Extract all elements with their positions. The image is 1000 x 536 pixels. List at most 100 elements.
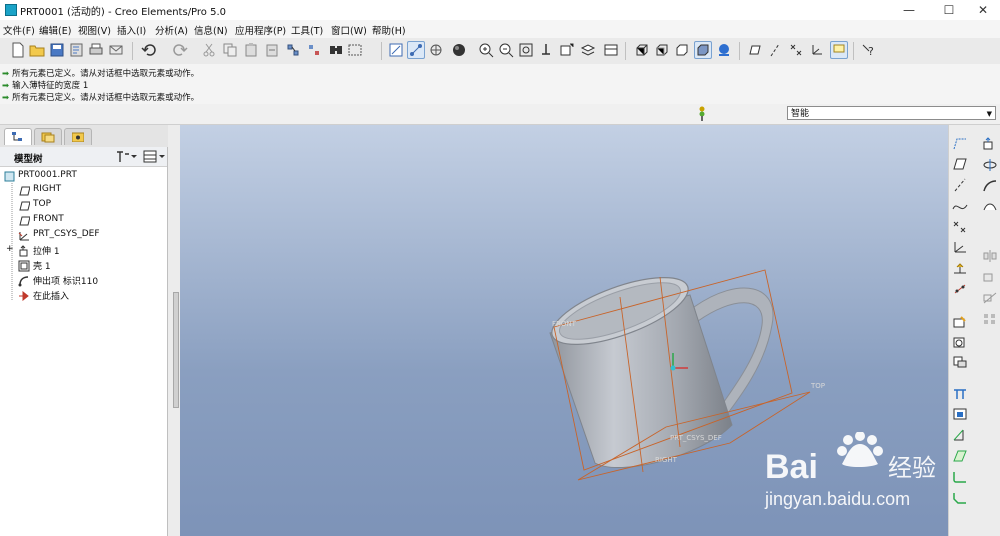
datum-plane-tool-icon[interactable] (952, 157, 968, 171)
datum-point-display-icon[interactable] (788, 42, 804, 58)
status-bar: 智能 ▼ (0, 104, 1000, 125)
edit-sketch-icon[interactable] (952, 335, 968, 349)
datum-plane-icon (19, 186, 30, 196)
shaded-icon[interactable] (694, 41, 712, 59)
revolve-tool-icon[interactable] (982, 158, 998, 172)
expand-plus-icon[interactable]: + (6, 244, 14, 254)
paste-special-icon[interactable] (264, 42, 280, 58)
watermark: Bai 经验 jingyan.baidu.com (763, 431, 953, 512)
tab-folder-browser[interactable] (34, 128, 62, 145)
copy-icon[interactable] (222, 42, 238, 58)
csys-tool-icon[interactable] (952, 240, 968, 254)
orient-icon[interactable] (428, 42, 444, 58)
appearance-icon[interactable] (716, 42, 732, 58)
paste-icon[interactable] (243, 42, 259, 58)
annotation-display-icon[interactable] (830, 41, 848, 59)
mirror-tool-icon[interactable] (982, 249, 998, 263)
watermark-logo: Bai 经验 jingyan.baidu.com (764, 431, 936, 509)
rib-tool-icon[interactable] (952, 428, 968, 442)
tab-favorites[interactable] (64, 128, 92, 145)
shading-icon[interactable] (451, 42, 467, 58)
tab-model-tree[interactable] (4, 128, 32, 145)
blend-tool-icon[interactable] (982, 200, 998, 214)
redo-icon[interactable] (172, 42, 188, 58)
regen-manager-icon[interactable] (306, 42, 322, 58)
pattern-curve-icon[interactable] (952, 282, 968, 296)
no-hidden-icon[interactable] (674, 42, 690, 58)
close-button[interactable]: ✕ (968, 0, 998, 20)
tree-columns-icon[interactable] (143, 150, 167, 163)
datum-axis-display-icon[interactable] (767, 42, 783, 58)
front-plane-label: FRONT (552, 320, 577, 328)
selection-filter-select[interactable]: 智能 ▼ (787, 106, 996, 120)
menu-tools[interactable]: 工具(T) (291, 23, 323, 37)
menu-applications[interactable]: 应用程序(P) (235, 23, 286, 37)
tree-connector-lines (11, 183, 13, 301)
tree-settings-icon[interactable] (115, 150, 137, 163)
shape-rename-icon[interactable] (952, 355, 968, 369)
select-box-icon[interactable] (347, 42, 363, 58)
shell-tool-icon[interactable] (952, 407, 968, 421)
menu-insert[interactable]: 插入(I) (117, 23, 146, 37)
menu-file[interactable]: 文件(F) (3, 23, 35, 37)
insert-arrow-icon (19, 291, 29, 301)
window-title: PRT0001 (活动的) - Creo Elements/Pro 5.0 (20, 7, 227, 18)
undo-icon[interactable] (141, 42, 157, 58)
menu-view[interactable]: 视图(V) (78, 23, 111, 37)
message-arrow-icon: ➡ (2, 81, 10, 91)
draft-tool-icon[interactable] (952, 449, 968, 463)
merge-tool-icon[interactable] (982, 270, 998, 284)
sketch-tool-icon[interactable] (952, 315, 968, 329)
menu-edit[interactable]: 编辑(E) (39, 23, 71, 37)
variable-sweep-icon[interactable] (982, 179, 998, 193)
menu-analysis[interactable]: 分析(A) (155, 23, 188, 37)
spin-center-icon[interactable] (407, 41, 425, 59)
navigator-tabs (0, 125, 180, 147)
menu-window[interactable]: 窗口(W) (331, 23, 367, 37)
menu-info[interactable]: 信息(N) (194, 23, 228, 37)
new-file-icon[interactable] (10, 42, 26, 58)
watermark-brand: Bai (765, 448, 818, 486)
svg-text:?: ? (868, 45, 874, 58)
regenerate-icon[interactable] (285, 42, 301, 58)
zoom-fit-icon[interactable] (518, 42, 534, 58)
email-icon[interactable] (108, 42, 124, 58)
cut-icon[interactable] (201, 42, 217, 58)
minimize-button[interactable]: — (894, 0, 924, 20)
round-tool-icon[interactable] (952, 470, 968, 484)
context-help-icon[interactable]: ? (860, 42, 876, 58)
hole-tool-icon[interactable] (952, 387, 968, 401)
extrude-tool-icon[interactable] (982, 137, 998, 151)
open-folder-icon[interactable] (29, 42, 45, 58)
print-icon[interactable] (88, 42, 104, 58)
menu-help[interactable]: 帮助(H) (372, 23, 406, 37)
sash-handle[interactable] (173, 292, 179, 408)
reorient-icon[interactable] (538, 42, 554, 58)
analysis-feature-icon[interactable] (952, 261, 968, 275)
hidden-line-icon[interactable] (654, 42, 670, 58)
maximize-button[interactable]: ☐ (934, 0, 964, 20)
chamfer-tool-icon[interactable] (952, 491, 968, 505)
find-icon[interactable] (328, 42, 344, 58)
datum-plane-display-icon[interactable] (746, 42, 762, 58)
title-bar: PRT0001 (活动的) - Creo Elements/Pro 5.0 — … (0, 0, 1000, 21)
wireframe-icon[interactable] (634, 42, 650, 58)
save-icon[interactable] (49, 42, 65, 58)
datum-curve-tool-icon[interactable] (952, 199, 968, 213)
pattern-tool-icon[interactable] (982, 312, 998, 326)
zoom-in-icon[interactable] (478, 42, 494, 58)
layers-icon[interactable] (580, 42, 596, 58)
sketch-datum-icon[interactable] (952, 137, 968, 151)
trim-tool-icon[interactable] (982, 291, 998, 305)
refit-icon[interactable] (388, 42, 404, 58)
csys-display-icon[interactable] (809, 42, 825, 58)
message-area: ➡ 所有元素已定义。请从对话框中选取元素或动作。 ➡ 输入薄特征的宽度 1 ➡ 所有元… (0, 64, 1000, 108)
extrude-icon (19, 245, 28, 257)
view-manager-icon[interactable] (603, 42, 619, 58)
saved-views-icon[interactable] (559, 42, 575, 58)
top-plane-label: TOP (810, 382, 825, 390)
zoom-out-icon[interactable] (498, 42, 514, 58)
save-copy-icon[interactable] (68, 42, 84, 58)
datum-point-tool-icon[interactable] (952, 220, 968, 234)
datum-axis-tool-icon[interactable] (952, 178, 968, 192)
